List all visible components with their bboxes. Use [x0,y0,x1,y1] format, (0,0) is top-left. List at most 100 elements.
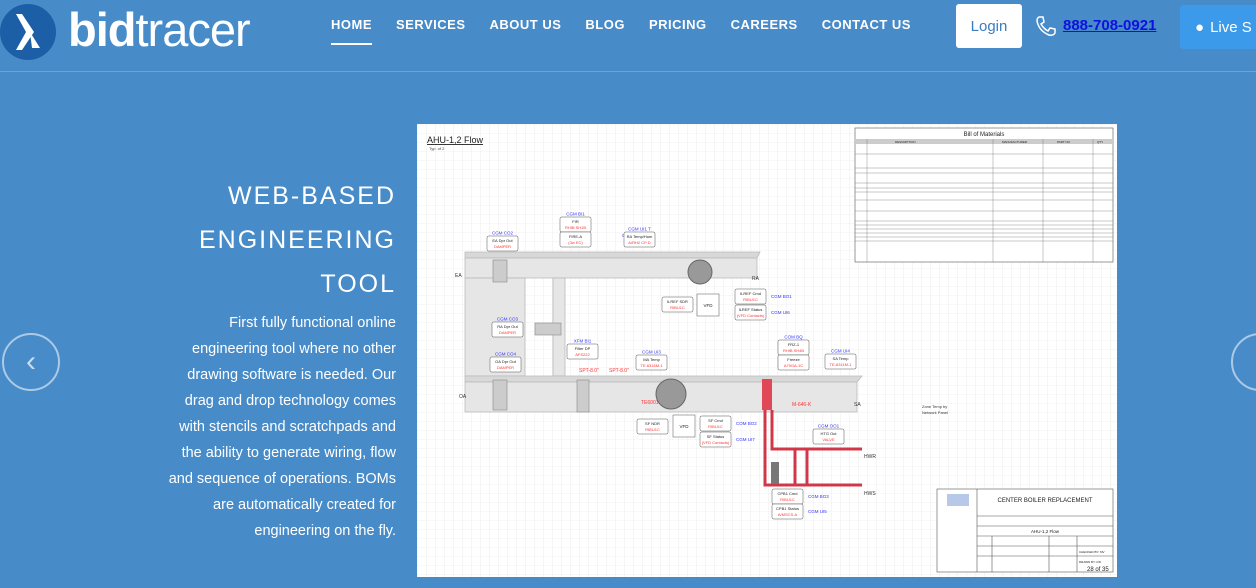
point-name: SA Temp [833,356,850,361]
point-tag: CGM UI6 [771,310,790,315]
point-name: CPB1 Cmd [777,491,797,496]
hero-title-line: TOOL [320,270,396,298]
nav-home[interactable]: HOME [331,17,372,45]
login-button[interactable]: Login [956,4,1022,48]
nav-blog[interactable]: BLOG [585,17,625,32]
point-value: DAMPER [497,365,514,370]
point-tag: CGM UI7 [736,437,755,442]
point-name: RA Temp/Hum [627,234,653,239]
point-name: ILREF Status [739,307,763,312]
project-name: CENTER BOILER REPLACEMENT [997,498,1092,504]
point-value: VALVE [822,437,835,442]
point-value: RIBU1C [708,424,723,429]
label-spt: SPT-8.0" [609,368,629,374]
label-zone-2: Network Panel [922,410,948,415]
diagram-subtitle: Typ. of 2 [429,146,445,151]
label-ea: EA [455,273,462,279]
title-block: CENTER BOILER REPLACEMENT AHU-1,2 Flow C… [936,488,1114,573]
point-box: SF NDRRIBU1C [636,418,669,435]
point-name: SF Cmd [708,418,723,423]
point-tag: CGM UI5 [808,509,827,514]
pump-icon [771,462,779,484]
label-te6001: TE6001 [641,400,659,406]
logo-icon[interactable] [0,4,56,60]
label-hws: HWS [864,491,876,497]
point-value: TE-6316M-1 [640,363,663,368]
point-name: FRZ-1 [788,342,800,347]
point-value: RHIB SH4B [783,348,804,353]
point-tag: CGM CO4 [495,352,516,357]
label-spt: SPT-8.0" [579,368,599,374]
bom-header: QTY [1097,140,1103,144]
phone-link[interactable]: 888-708-0921 [1063,17,1156,34]
point-value: RIBU1C [780,497,795,502]
supply-fan-icon [655,378,687,410]
point-name: SF NDR [645,421,660,426]
nav-pricing[interactable]: PRICING [649,17,707,32]
label-sa: SA [854,402,861,408]
point-name: Filter DP [575,346,591,351]
carousel-next-button[interactable]: › [1231,333,1256,391]
bom-header: MANUFACTURER [1002,140,1028,144]
point-name: Freeze [787,357,800,362]
carousel-prev-button[interactable]: ‹ [2,333,60,391]
brand-logo[interactable]: bidtracer [68,2,251,57]
point-name: ILREF SDR [667,299,688,304]
point-value: A/RH2 CP D [628,240,650,245]
point-tag: CGM UI1 T [628,227,651,232]
chevron-left-icon: ‹ [26,345,36,378]
label-m646: M-646-K [792,402,812,408]
bom-header: PART NO [1057,140,1071,144]
point-box: FIRE-A(3w EC) [559,231,592,248]
hero-title-line: ENGINEERING [198,226,396,254]
hero-title-line: WEB-BASED [227,182,396,210]
point-name: OA Dpr Out [495,359,517,364]
heating-coil [762,379,772,410]
brand-light: tracer [135,3,250,56]
point-tag: CGM BO3 [808,494,829,499]
point-tag: CGM UI4 [831,349,850,354]
page-number: 28 of 35 [1087,567,1109,573]
label-zone: Zone Temp by [922,404,947,409]
point-value: DAMPER [494,244,511,249]
hero-description: First fully functional online engineerin… [168,315,396,539]
point-value: A/MSCS-A [778,512,798,517]
point-name: CPB1 Status [776,506,799,511]
point-tag: COM BO2 [736,421,757,426]
label-oa: OA [459,394,467,400]
point-name: RA Dpr Out [497,324,518,329]
return-fan-icon [687,259,713,285]
label-ra: RA [752,276,760,282]
bom-title: Bill of Materials [964,132,1005,138]
point-value: AFS222 [575,352,590,357]
point-name: EA Dpr Out [492,238,513,243]
chat-bubble-icon: ● [1195,18,1205,36]
point-box: FreezeA70GA-1C [777,354,810,371]
label-hwr: HWR [864,454,876,460]
chat-label: Live S [1210,18,1252,36]
point-name: ILREF Cmd [740,291,761,296]
nav-services[interactable]: SERVICES [396,17,466,32]
flow-diagram: AHU-1,2 Flow Typ. of 2 EA RA OA SA HWR H… [417,124,1117,577]
point-value: DAMPER [499,330,516,335]
nav-careers[interactable]: CAREERS [731,17,798,32]
point-value: RIBU1C [645,427,660,432]
point-value: A70GA-1C [784,363,803,368]
main-nav: HOME SERVICES ABOUT US BLOG PRICING CARE… [331,17,911,45]
point-tag: CGM CO2 [492,231,513,236]
point-value: RIBU1C [743,297,758,302]
point-value: RIBU1C [670,305,685,310]
hero-title: WEB-BASED ENGINEERING TOOL [199,174,396,306]
sheet-title: AHU-1,2 Flow [1031,529,1060,534]
point-name: FIR [572,219,579,224]
checked-by: CHECKED BY: MV [1079,550,1105,554]
phone-icon [1036,16,1056,36]
point-name: SF Status [707,434,725,439]
live-chat-button[interactable]: ● Live S [1180,5,1256,49]
point-value: (VFD Contacts) [702,440,730,445]
nav-about-us[interactable]: ABOUT US [490,17,562,32]
vfd-label: VFD [680,424,690,429]
point-name: MA Temp [643,357,660,362]
nav-contact-us[interactable]: CONTACT US [822,17,911,32]
point-value: TE-6311M-1 [830,362,853,367]
